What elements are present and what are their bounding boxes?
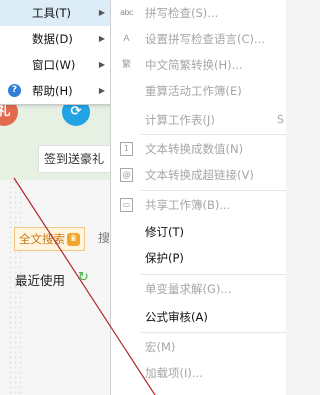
menu-item-window[interactable]: 窗口(W) ▶	[0, 52, 110, 78]
menu-item-calc-sheet[interactable]: 计算工作表(J) S	[111, 107, 286, 133]
menu-item-label: 工具(T)	[32, 6, 71, 20]
language-icon: A	[123, 34, 130, 44]
menu-separator	[141, 134, 286, 135]
menu-item-text-to-number[interactable]: 1 文本转换成数值(N)	[111, 136, 286, 162]
menu-item-label: 加载项(I)...	[145, 366, 203, 380]
menu-item-spellcheck[interactable]: abc 拼写检查(S)...	[111, 0, 286, 26]
menu-item-label: 共享工作簿(B)...	[145, 198, 231, 212]
menu-separator	[141, 190, 286, 191]
chinese-convert-icon: 繁	[121, 60, 131, 70]
menu-item-label: 帮助(H)	[32, 84, 73, 98]
menu-item-track-changes[interactable]: 修订(T)	[111, 219, 286, 245]
menu-item-shortcut: S	[277, 113, 284, 126]
menu-item-goal-seek[interactable]: 单变量求解(G)...	[111, 276, 286, 302]
menu-item-chinese-convert[interactable]: 繁 中文简繁转换(H)...	[111, 52, 286, 78]
menu-item-label: 计算工作表(J)	[145, 113, 215, 127]
menu-item-text-to-link[interactable]: @ 文本转换成超链接(V)	[111, 162, 286, 188]
tools-submenu: abc 拼写检查(S)... A 设置拼写检查语言(C)... 繁 中文简繁转换…	[110, 0, 286, 395]
crown-icon: ♛	[67, 233, 80, 246]
share-workbook-icon: ▭	[120, 198, 133, 212]
menu-item-label: 中文简繁转换(H)...	[145, 58, 243, 72]
main-menu: 工具(T) ▶ 数据(D) ▶ 窗口(W) ▶ ? 帮助(H) ▶	[0, 0, 111, 105]
menu-item-data[interactable]: 数据(D) ▶	[0, 26, 110, 52]
chevron-right-icon: ▶	[98, 60, 105, 69]
menu-item-label: 文本转换成数值(N)	[145, 142, 244, 156]
menu-item-label: 宏(M)	[145, 340, 176, 354]
menu-item-recalc-workbook[interactable]: 重算活动工作簿(E)	[111, 78, 286, 104]
menu-item-formula-auditing[interactable]: 公式审核(A)	[111, 304, 286, 330]
text-to-number-icon: 1	[120, 142, 133, 156]
menu-item-protect[interactable]: 保护(P)	[111, 245, 286, 271]
menu-item-label: 保护(P)	[145, 251, 184, 265]
fulltext-search-button[interactable]: 全文搜索 ♛	[14, 227, 85, 251]
chevron-right-icon: ▶	[98, 8, 105, 17]
spellcheck-icon: abc	[120, 8, 133, 17]
fulltext-search-label: 全文搜索	[19, 232, 65, 246]
search-label-partial: 搜	[98, 231, 111, 245]
menu-item-label: 拼写检查(S)...	[145, 6, 219, 20]
menu-item-label: 单变量求解(G)...	[145, 282, 232, 296]
menu-item-label: 文本转换成超链接(V)	[145, 168, 254, 182]
help-icon: ?	[8, 84, 21, 97]
menu-item-label: 修订(T)	[145, 225, 184, 239]
menu-item-macro[interactable]: 宏(M)	[111, 334, 286, 360]
menu-separator	[141, 332, 286, 333]
menu-item-share-workbook[interactable]: ▭ 共享工作簿(B)...	[111, 192, 286, 218]
menu-item-help[interactable]: ? 帮助(H) ▶	[0, 78, 110, 104]
menu-separator	[141, 274, 286, 275]
menu-item-label: 窗口(W)	[32, 58, 76, 72]
recent-label: 最近使用	[15, 273, 66, 288]
refresh-icon[interactable]: ↻	[78, 270, 89, 285]
signin-label: 签到送豪礼	[44, 152, 105, 166]
chevron-right-icon: ▶	[98, 86, 105, 95]
menu-item-addins[interactable]: 加载项(I)...	[111, 360, 286, 386]
menu-item-spellcheck-language[interactable]: A 设置拼写检查语言(C)...	[111, 26, 286, 52]
menu-item-label: 公式审核(A)	[145, 310, 208, 324]
menu-item-tools[interactable]: 工具(T) ▶	[0, 0, 110, 26]
text-to-link-icon: @	[120, 168, 133, 182]
menu-item-label: 设置拼写检查语言(C)...	[145, 32, 265, 46]
menu-item-label: 重算活动工作簿(E)	[145, 84, 242, 98]
menu-item-label: 数据(D)	[32, 32, 73, 46]
chevron-right-icon: ▶	[98, 34, 105, 43]
